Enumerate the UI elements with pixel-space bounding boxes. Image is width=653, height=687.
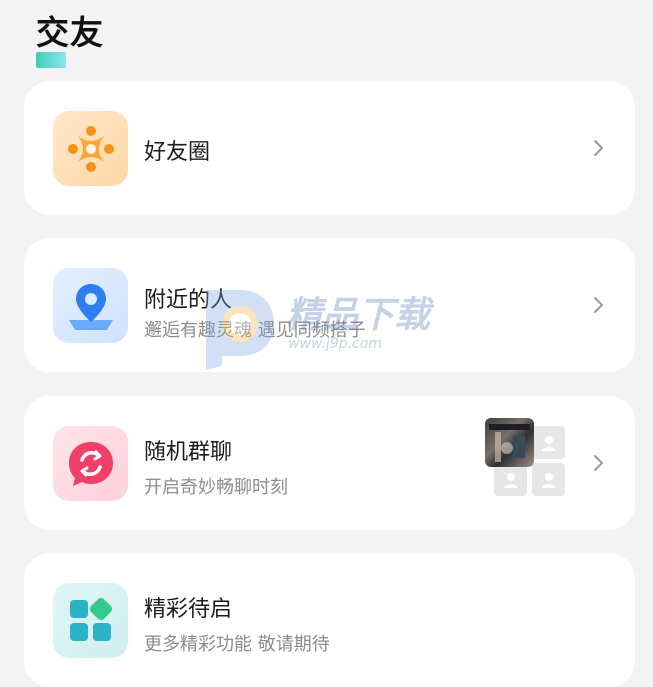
chevron-right-icon: [592, 138, 606, 162]
avatar-placeholder: [494, 463, 527, 496]
chevron-right-icon: [592, 453, 606, 477]
page-title: 交友: [36, 13, 104, 52]
card-title: 精彩待启: [144, 597, 233, 622]
apps-grid-icon: [53, 583, 128, 658]
card-subtitle: 更多精彩功能 敬请期待: [144, 634, 330, 655]
card-title: 附近的人: [144, 288, 233, 313]
random-chat-icon: [53, 426, 128, 501]
avatar-placeholder: [532, 426, 565, 459]
chevron-right-icon: [592, 295, 606, 319]
page-header: 交友: [36, 12, 104, 68]
card-friends-circle[interactable]: 好友圈: [24, 81, 635, 215]
card-nearby-people[interactable]: 附近的人 邂逅有趣灵魂 遇见同频搭子: [24, 238, 635, 372]
card-title: 好友圈: [144, 140, 211, 165]
avatar-photo: [485, 418, 534, 467]
card-subtitle: 邂逅有趣灵魂 遇见同频搭子: [144, 320, 366, 341]
card-subtitle: 开启奇妙畅聊时刻: [144, 477, 288, 498]
card-random-group-chat[interactable]: 随机群聊 开启奇妙畅聊时刻: [24, 396, 635, 530]
title-accent-mark: [36, 52, 66, 68]
avatar-placeholder: [532, 463, 565, 496]
group-avatars: [485, 416, 567, 498]
card-coming-soon[interactable]: 精彩待启 更多精彩功能 敬请期待: [24, 553, 635, 687]
location-pin-icon: [53, 268, 128, 343]
card-title: 随机群聊: [144, 440, 233, 465]
friends-circle-icon: [53, 111, 128, 186]
